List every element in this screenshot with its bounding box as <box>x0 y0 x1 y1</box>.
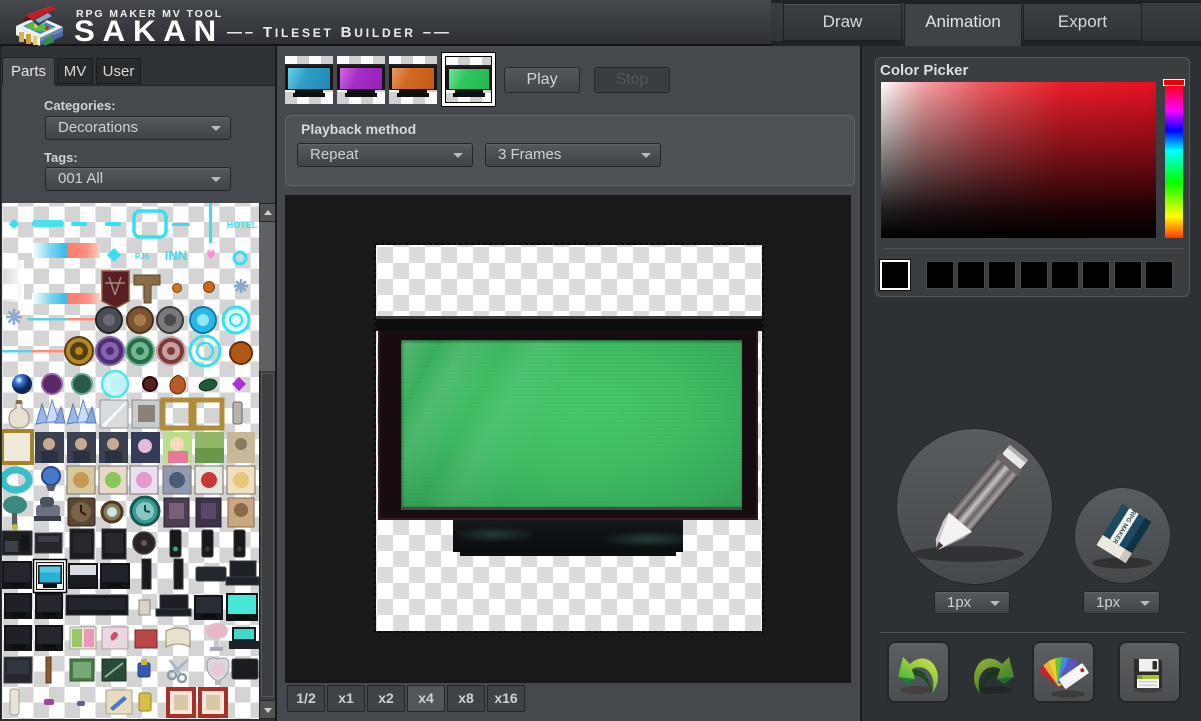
svg-text:HOTEL: HOTEL <box>227 220 258 230</box>
svg-text:PJ6: PJ6 <box>135 252 150 261</box>
svg-text:INN: INN <box>165 248 187 263</box>
